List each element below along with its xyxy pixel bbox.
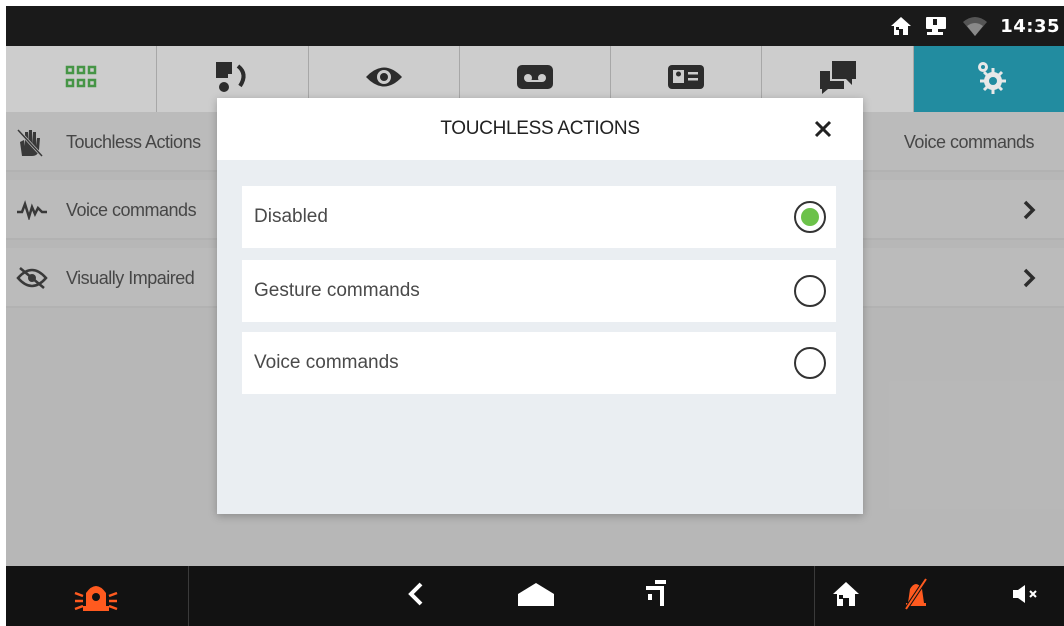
alarm-button[interactable] [6, 566, 186, 626]
device-screen: 14:35 Touchless Actions Voice commands V… [6, 6, 1064, 626]
network-device-icon [924, 15, 950, 37]
dialog-title: TOUCHLESS ACTIONS [440, 118, 640, 139]
back-button[interactable] [386, 566, 446, 626]
home-status-icon [831, 580, 861, 612]
option-label: Disabled [254, 206, 328, 227]
radio-button[interactable] [794, 275, 826, 307]
do-not-disturb-button[interactable] [886, 566, 946, 626]
option-gesture-commands[interactable]: Gesture commands [242, 260, 836, 322]
recent-apps-button[interactable] [626, 566, 686, 626]
status-clock: 14:35 [1000, 15, 1060, 37]
dialog-header: TOUCHLESS ACTIONS [217, 98, 863, 160]
home-nav-icon [515, 580, 557, 612]
home-status-button[interactable] [816, 566, 876, 626]
home-icon [890, 16, 912, 36]
volume-button[interactable] [996, 566, 1056, 626]
radio-button-selected[interactable] [794, 201, 826, 233]
option-voice-commands[interactable]: Voice commands [242, 332, 836, 394]
touchless-actions-dialog: TOUCHLESS ACTIONS Disabled Gesture comma… [217, 98, 863, 514]
back-icon [406, 581, 426, 611]
alarm-siren-icon [73, 575, 119, 617]
option-label: Voice commands [254, 352, 399, 373]
close-icon[interactable] [813, 119, 833, 139]
option-disabled[interactable]: Disabled [242, 186, 836, 248]
option-label: Gesture commands [254, 280, 420, 301]
recent-apps-icon [644, 580, 668, 612]
status-bar: 14:35 [6, 6, 1064, 46]
wifi-icon [962, 15, 988, 37]
muted-bell-icon [902, 577, 930, 615]
radio-button[interactable] [794, 347, 826, 379]
bottom-nav-bar [6, 566, 1064, 626]
home-nav-button[interactable] [506, 566, 566, 626]
speaker-mute-icon [1011, 583, 1041, 609]
